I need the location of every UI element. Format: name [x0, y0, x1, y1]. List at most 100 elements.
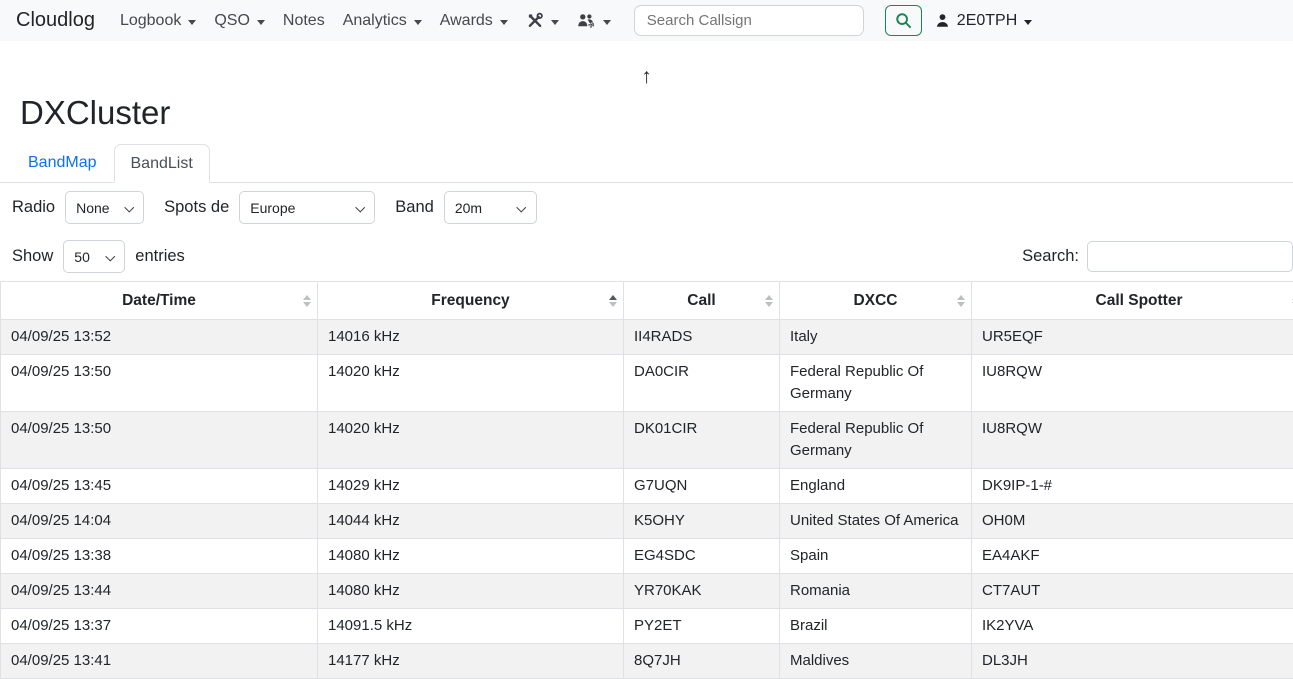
table-row: 04/09/25 13:4414080 kHzYR70KAKRomaniaCT7…: [1, 574, 1293, 609]
cell-call: II4RADS: [624, 320, 780, 355]
cell-spotter: OH0M: [972, 504, 1293, 539]
cell-datetime: 04/09/25 13:38: [1, 539, 318, 574]
nav-item-users-menu[interactable]: [568, 12, 620, 29]
sort-arrows-icon: [303, 295, 311, 307]
radio-label: Radio: [12, 198, 55, 217]
users-gear-icon: [577, 12, 596, 29]
search-button[interactable]: [885, 5, 922, 36]
cell-datetime: 04/09/25 13:50: [1, 355, 318, 412]
show-label: Show: [12, 247, 53, 266]
search-icon: [895, 12, 912, 29]
nav-item-label: Notes: [283, 12, 325, 30]
nav-item-tools-menu[interactable]: [517, 12, 568, 29]
cell-call: K5OHY: [624, 504, 780, 539]
nav-item-logbook[interactable]: Logbook: [111, 12, 205, 30]
user-icon: [935, 13, 950, 28]
nav-item-analytics[interactable]: Analytics: [334, 12, 431, 30]
column-label: Call Spotter: [1096, 292, 1183, 309]
cell-frequency: 14016 kHz: [318, 320, 624, 355]
cell-datetime: 04/09/25 14:04: [1, 504, 318, 539]
cell-frequency: 14044 kHz: [318, 504, 624, 539]
cell-spotter: IU8RQW: [972, 412, 1293, 469]
sort-arrows-icon: [765, 295, 773, 307]
caret-down-icon: [257, 20, 265, 25]
cell-frequency: 14091.5 kHz: [318, 609, 624, 644]
cell-datetime: 04/09/25 13:37: [1, 609, 318, 644]
radio-select[interactable]: None: [65, 191, 144, 224]
spots-continent-select[interactable]: Europe: [239, 191, 375, 224]
main-content: ↑ DXCluster BandMap BandList Radio None …: [0, 65, 1293, 679]
column-header-datetime[interactable]: Date/Time: [1, 282, 318, 320]
nav-item-qso[interactable]: QSO: [205, 12, 274, 30]
tab-bandlist[interactable]: BandList: [114, 144, 210, 183]
page-length-select[interactable]: 50: [63, 240, 125, 273]
table-row: 04/09/25 13:4114177 kHz8Q7JHMaldivesDL3J…: [1, 644, 1293, 679]
cell-frequency: 14177 kHz: [318, 644, 624, 679]
spots-select-value: Europe: [250, 200, 295, 216]
cell-call: DA0CIR: [624, 355, 780, 412]
table-row: 04/09/25 14:0414044 kHzK5OHYUnited State…: [1, 504, 1293, 539]
spots-table-wrapper: Date/Time Frequency Call DXCC: [0, 281, 1293, 679]
column-header-call[interactable]: Call: [624, 282, 780, 320]
band-select-value: 20m: [455, 200, 482, 216]
chevron-down-icon: [355, 203, 364, 212]
user-account-menu[interactable]: 2E0TPH: [935, 12, 1032, 30]
cell-dxcc: England: [780, 469, 972, 504]
cell-spotter: CT7AUT: [972, 574, 1293, 609]
caret-down-icon: [188, 20, 196, 25]
cell-frequency: 14080 kHz: [318, 574, 624, 609]
cell-dxcc: Brazil: [780, 609, 972, 644]
band-select[interactable]: 20m: [444, 191, 537, 224]
nav-item-awards[interactable]: Awards: [431, 12, 517, 30]
cell-call: YR70KAK: [624, 574, 780, 609]
spots-tbody: 04/09/25 13:5214016 kHzII4RADSItalyUR5EQ…: [1, 320, 1293, 679]
cell-frequency: 14029 kHz: [318, 469, 624, 504]
spots-table: Date/Time Frequency Call DXCC: [0, 281, 1293, 679]
cell-spotter: DL3JH: [972, 644, 1293, 679]
tab-bar: BandMap BandList: [0, 143, 1293, 183]
column-label: Date/Time: [122, 292, 196, 309]
cell-call: 8Q7JH: [624, 644, 780, 679]
user-callsign: 2E0TPH: [957, 12, 1017, 30]
sort-arrows-icon: [609, 295, 617, 307]
cell-frequency: 14020 kHz: [318, 412, 624, 469]
cell-dxcc: Romania: [780, 574, 972, 609]
search-callsign-input[interactable]: [634, 5, 864, 36]
cell-spotter: EA4AKF: [972, 539, 1293, 574]
cell-call: DK01CIR: [624, 412, 780, 469]
cell-spotter: DK9IP-1-#: [972, 469, 1293, 504]
cell-dxcc: Spain: [780, 539, 972, 574]
nav-item-label: Analytics: [343, 12, 407, 30]
cell-call: EG4SDC: [624, 539, 780, 574]
table-row: 04/09/25 13:3714091.5 kHzPY2ETBrazilIK2Y…: [1, 609, 1293, 644]
table-row: 04/09/25 13:5014020 kHzDA0CIRFederal Rep…: [1, 355, 1293, 412]
cell-dxcc: United States Of America: [780, 504, 972, 539]
table-row: 04/09/25 13:3814080 kHzEG4SDCSpainEA4AKF: [1, 539, 1293, 574]
filter-bar: Radio None Spots de Europe Band 20m: [12, 191, 1293, 224]
cell-frequency: 14080 kHz: [318, 539, 624, 574]
table-search-input[interactable]: [1087, 241, 1293, 272]
brand-cloudlog[interactable]: Cloudlog: [16, 9, 95, 32]
table-row: 04/09/25 13:5214016 kHzII4RADSItalyUR5EQ…: [1, 320, 1293, 355]
cell-spotter: IK2YVA: [972, 609, 1293, 644]
cell-datetime: 04/09/25 13:44: [1, 574, 318, 609]
page-length-value: 50: [74, 249, 90, 265]
cell-datetime: 04/09/25 13:50: [1, 412, 318, 469]
nav-item-label: Awards: [440, 12, 493, 30]
chevron-down-icon: [517, 203, 526, 212]
column-header-dxcc[interactable]: DXCC: [780, 282, 972, 320]
page-title: DXCluster: [20, 95, 1293, 131]
tab-bandmap[interactable]: BandMap: [11, 143, 114, 182]
caret-down-icon: [551, 20, 559, 25]
navbar: Cloudlog Logbook QSO Notes Analytics Awa…: [0, 0, 1293, 41]
spots-table-header: Date/Time Frequency Call DXCC: [1, 282, 1293, 320]
caret-down-icon: [500, 20, 508, 25]
column-header-frequency[interactable]: Frequency: [318, 282, 624, 320]
column-label: Call: [687, 292, 715, 309]
column-header-call-spotter[interactable]: Call Spotter: [972, 282, 1293, 320]
chevron-down-icon: [124, 203, 133, 212]
nav-item-notes[interactable]: Notes: [274, 12, 334, 30]
sort-arrows-icon: [957, 295, 965, 307]
cell-datetime: 04/09/25 13:41: [1, 644, 318, 679]
scroll-to-top-arrow-icon[interactable]: ↑: [0, 65, 1293, 89]
